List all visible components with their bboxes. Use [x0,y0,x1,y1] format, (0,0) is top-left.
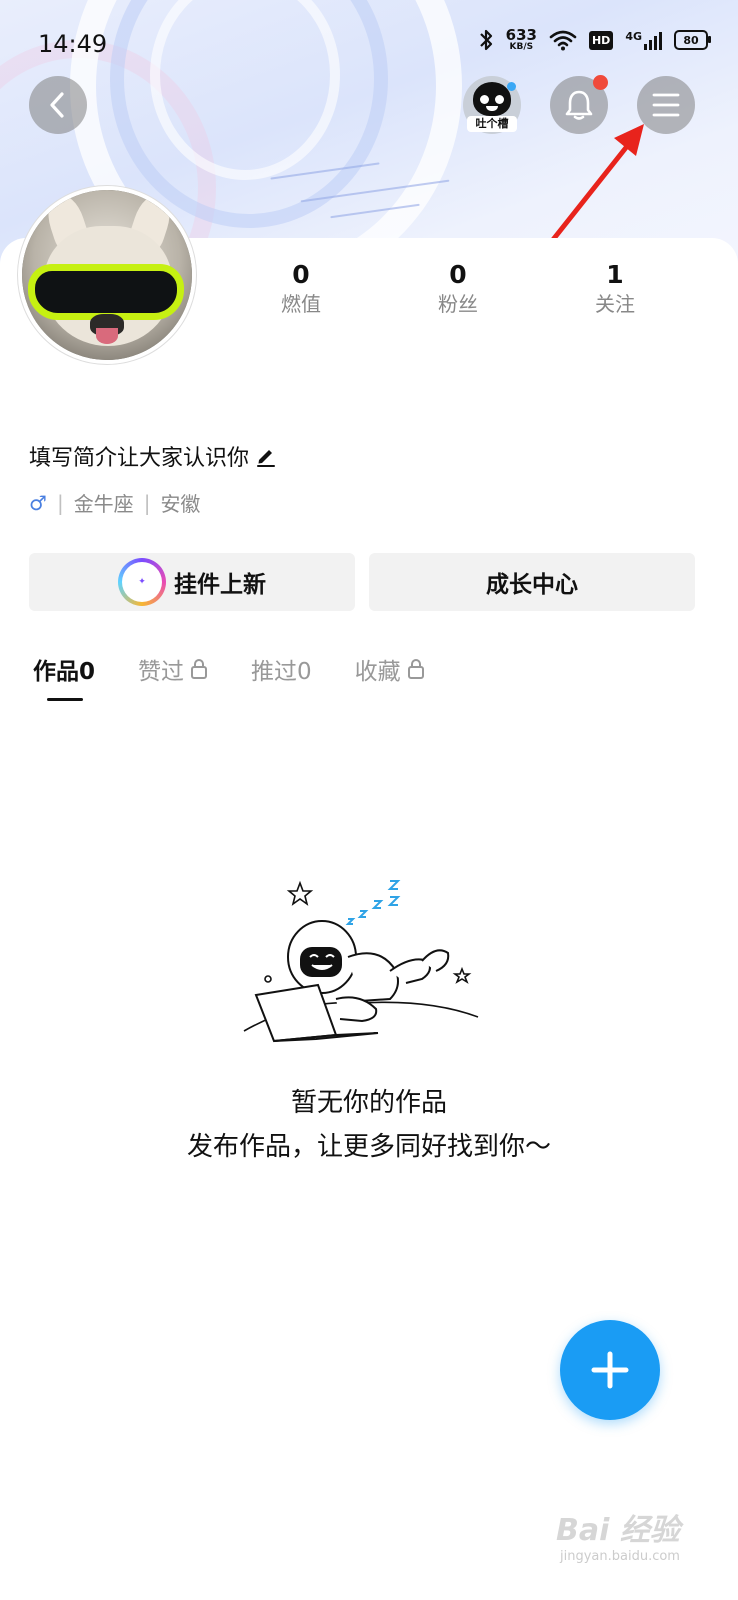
back-button[interactable] [29,76,87,134]
tab-label: 作品0 [33,659,96,685]
stat-value: 1 [606,260,624,289]
hd-badge: HD [588,30,614,50]
male-gender-icon: ♂ [29,490,47,515]
divider: | [56,490,64,515]
status-icons: 633 KB/S HD 4G 80 [478,28,711,52]
plus-icon [591,1351,629,1389]
stat-followers[interactable]: 0 粉丝 [398,260,518,318]
tab-favorites[interactable]: 收藏 [355,652,425,686]
lock-icon [191,659,208,679]
bluetooth-icon [479,29,492,51]
network-speed-value: 633 [505,26,537,44]
divider: | [143,490,151,515]
watermark-logo: Bai 经验 [556,1513,680,1548]
growth-center-button[interactable]: 成长中心 [369,553,695,611]
stat-value: 0 [449,260,467,289]
tab-works[interactable]: 作品0 [33,652,95,686]
network-type: 4G [625,29,642,43]
stat-burn-value[interactable]: 0 燃值 [241,260,361,318]
signal-icon: 4G [625,31,662,50]
growth-label: 成长中心 [486,572,578,598]
tab-label: 推过0 [251,659,312,685]
stat-label: 关注 [595,292,635,316]
menu-icon [652,93,680,117]
pendant-ring-icon: ✦ [118,558,166,606]
sparkle-icon [507,82,516,91]
stat-value: 0 [292,260,310,289]
profile-meta: ♂ | 金牛座 | 安徽 [29,488,200,517]
bio-edit[interactable]: 填写简介让大家认识你 [29,440,277,472]
tab-label: 赞过 [138,659,185,685]
tucao-label: 吐个槽 [467,116,517,132]
status-time: 14:49 [38,30,108,58]
location-label: 安徽 [160,492,201,516]
network-speed-unit: KB/S [509,42,534,52]
tab-liked[interactable]: 赞过 [138,652,208,686]
battery-level: 80 [683,33,699,47]
stat-label: 燃值 [281,292,321,316]
pendant-label: 挂件上新 [174,572,266,598]
sleeping-astronaut-illustration [243,880,479,1043]
stat-following[interactable]: 1 关注 [555,260,675,318]
bio-placeholder: 填写简介让大家认识你 [29,446,250,471]
chevron-left-icon [50,92,64,118]
mascot-face-icon [473,82,511,116]
wifi-icon [549,30,577,51]
active-tab-indicator [47,698,83,701]
empty-state-title: 暂无你的作品 [290,1088,447,1118]
pencil-icon [257,450,276,467]
tab-pushed[interactable]: 推过0 [251,652,312,686]
tab-label: 收藏 [354,659,401,685]
content-tabs: 作品0 赞过 推过0 收藏 [33,652,425,686]
baidu-jingyan-watermark: Bai 经验 jingyan.baidu.com [556,1505,706,1575]
watermark-url: jingyan.baidu.com [560,1549,680,1564]
notification-dot [593,75,608,90]
create-post-button[interactable] [560,1320,660,1420]
avatar[interactable] [18,186,196,364]
battery-icon: 80 [674,30,711,50]
zodiac-label: 金牛座 [73,492,134,516]
network-speed: 633 KB/S [506,28,537,52]
pendant-new-button[interactable]: ✦ 挂件上新 [29,553,355,611]
bell-icon [565,90,593,120]
lock-icon [407,659,424,679]
status-bar: 14:49 633 KB/S HD 4G 80 [0,0,738,90]
empty-state-subtitle: 发布作品，让更多同好找到你～ [186,1132,551,1162]
tucao-feedback-button[interactable]: 吐个槽 [463,76,521,134]
goggles-icon [28,264,184,320]
stat-label: 粉丝 [438,292,478,316]
